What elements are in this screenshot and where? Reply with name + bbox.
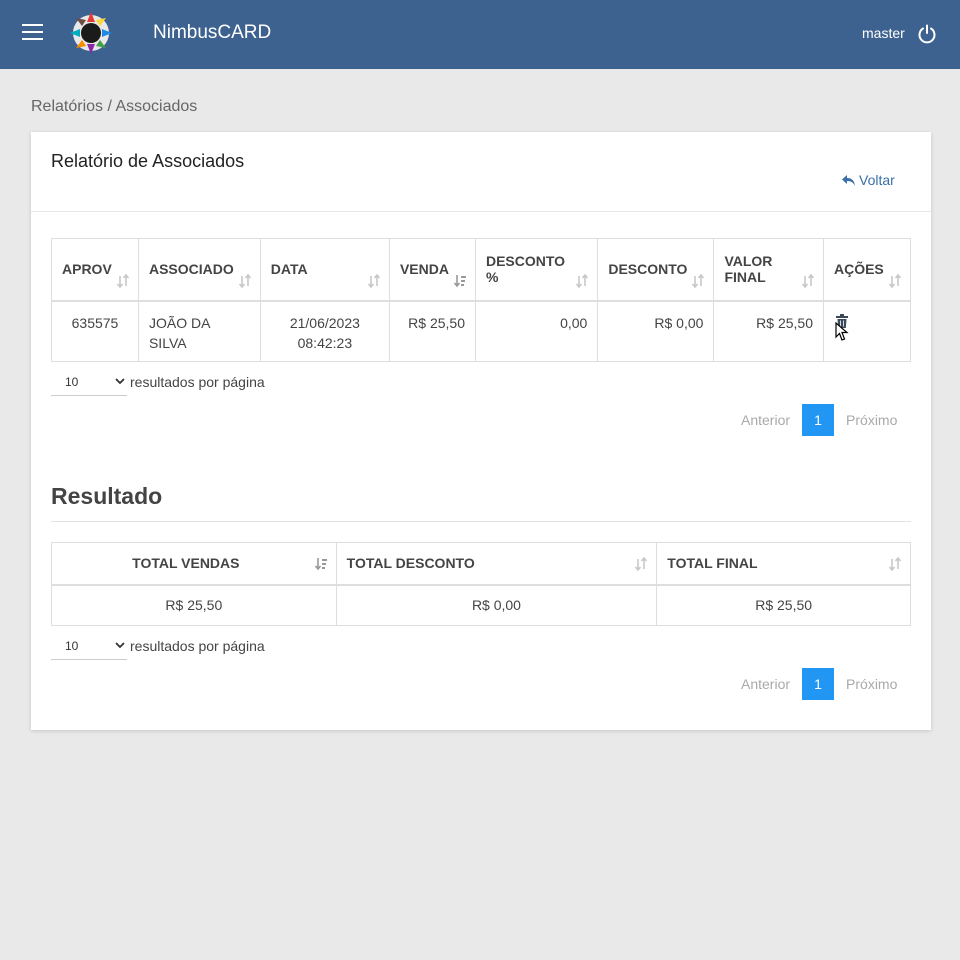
table-row: 635575 JOÃO DA SILVA 21/06/2023 08:42:23 … <box>51 300 912 362</box>
card-divider <box>31 211 931 212</box>
section-divider <box>51 521 911 522</box>
back-link[interactable]: Voltar <box>841 172 895 188</box>
cell-total-vendas: R$ 25,50 <box>51 584 337 626</box>
hamburger-menu-icon[interactable] <box>22 24 43 42</box>
page-length-label: resultados por página <box>130 638 265 654</box>
sort-descending-icon <box>453 274 466 287</box>
column-header-total-final[interactable]: TOTAL FINAL <box>656 542 911 585</box>
page-length-select[interactable]: 10 <box>51 632 127 660</box>
column-header-label: TOTAL DESCONTO <box>346 555 475 572</box>
column-header-label-line2: % <box>485 269 499 286</box>
column-header-total-vendas[interactable]: TOTAL VENDAS <box>51 542 337 585</box>
sort-icon <box>116 273 130 288</box>
column-header-label: DATA <box>270 261 308 278</box>
card-title: Relatório de Associados <box>51 151 245 171</box>
column-header-label-line2: FINAL <box>724 269 766 286</box>
sort-icon <box>576 273 589 288</box>
section-title-resultado: Resultado <box>51 483 163 509</box>
cell-time: 08:42:23 <box>297 334 353 351</box>
associados-table: APROV ASSOCIADO DATA VENDA DESCONTO% DES… <box>51 238 912 362</box>
chevron-down-icon <box>115 378 125 385</box>
cell-data: 21/06/2023 08:42:23 <box>259 300 390 362</box>
table-header-row: TOTAL VENDAS TOTAL DESCONTO TOTAL FINAL <box>51 542 911 585</box>
cell-aprov: 635575 <box>51 300 139 362</box>
sort-icon <box>367 273 381 288</box>
column-header-label: DESCONTO <box>485 253 566 270</box>
column-header-label: VENDA <box>399 261 449 278</box>
sort-icon <box>888 556 902 571</box>
top-navbar: NimbusCARD master <box>0 0 960 69</box>
column-header-desconto[interactable]: DESCONTO <box>597 238 715 301</box>
page-length-select[interactable]: 10 <box>51 368 127 396</box>
pagination-next[interactable]: Próximo <box>846 412 897 428</box>
column-header-venda[interactable]: VENDA <box>388 238 476 301</box>
breadcrumb: Relatórios / Associados <box>31 98 198 115</box>
table-header-row: APROV ASSOCIADO DATA VENDA DESCONTO% DES… <box>51 238 912 301</box>
column-header-label: VALOR <box>724 253 773 270</box>
cell-desconto-pct: 0,00 <box>474 300 599 362</box>
cell-desconto: R$ 0,00 <box>597 300 715 362</box>
column-header-aprov[interactable]: APROV <box>51 238 139 301</box>
cell-date: 21/06/2023 <box>289 314 360 331</box>
table-row: R$ 25,50 R$ 0,00 R$ 25,50 <box>51 584 911 626</box>
resultado-table: TOTAL VENDAS TOTAL DESCONTO TOTAL FINAL … <box>51 542 911 626</box>
reply-arrow-icon <box>842 174 855 186</box>
column-header-data[interactable]: DATA <box>259 238 390 301</box>
column-header-desconto-pct[interactable]: DESCONTO% <box>474 238 599 301</box>
column-header-total-desconto[interactable]: TOTAL DESCONTO <box>335 542 658 585</box>
column-header-label: APROV <box>62 261 112 278</box>
report-card: Relatório de Associados Voltar APROV ASS… <box>31 132 931 730</box>
pagination-page-current[interactable]: 1 <box>802 668 835 700</box>
column-header-label: TOTAL VENDAS <box>132 555 240 572</box>
column-header-label: ASSOCIADO <box>148 261 234 278</box>
sort-icon <box>635 556 648 571</box>
pagination-previous[interactable]: Anterior <box>741 676 790 692</box>
back-link-label: Voltar <box>859 172 895 188</box>
page-length-value: 10 <box>65 374 79 389</box>
column-header-label: DESCONTO <box>608 261 688 278</box>
cell-venda: R$ 25,50 <box>388 300 476 362</box>
column-header-label: AÇÕES <box>833 261 884 278</box>
pagination: Anterior 1 Próximo <box>741 668 897 700</box>
pagination-next[interactable]: Próximo <box>846 676 897 692</box>
user-name[interactable]: master <box>862 25 905 41</box>
mouse-cursor-icon <box>835 322 849 341</box>
column-header-associado[interactable]: ASSOCIADO <box>137 238 261 301</box>
nimbus-logo[interactable] <box>68 10 114 56</box>
chevron-down-icon <box>115 642 125 649</box>
cell-total-final: R$ 25,50 <box>656 584 911 626</box>
column-header-valor-final[interactable]: VALOR FINAL <box>713 238 824 301</box>
column-header-acoes[interactable]: AÇÕES <box>822 238 912 301</box>
sort-descending-icon <box>314 557 327 570</box>
sort-icon <box>238 273 251 288</box>
sort-icon <box>692 273 705 288</box>
brand-name[interactable]: NimbusCARD <box>153 22 271 44</box>
power-icon[interactable] <box>917 24 937 44</box>
page-length-label: resultados por página <box>130 374 265 390</box>
sort-icon <box>888 273 902 288</box>
cell-total-desconto: R$ 0,00 <box>335 584 658 626</box>
page-length-value: 10 <box>65 638 79 653</box>
cell-associado: JOÃO DA SILVA <box>137 300 261 362</box>
pagination-previous[interactable]: Anterior <box>741 412 790 428</box>
cell-valor-final: R$ 25,50 <box>713 300 824 362</box>
pagination-page-current[interactable]: 1 <box>802 404 835 436</box>
sort-icon <box>801 273 815 288</box>
pagination: Anterior 1 Próximo <box>741 404 897 436</box>
column-header-label: TOTAL FINAL <box>667 555 758 572</box>
